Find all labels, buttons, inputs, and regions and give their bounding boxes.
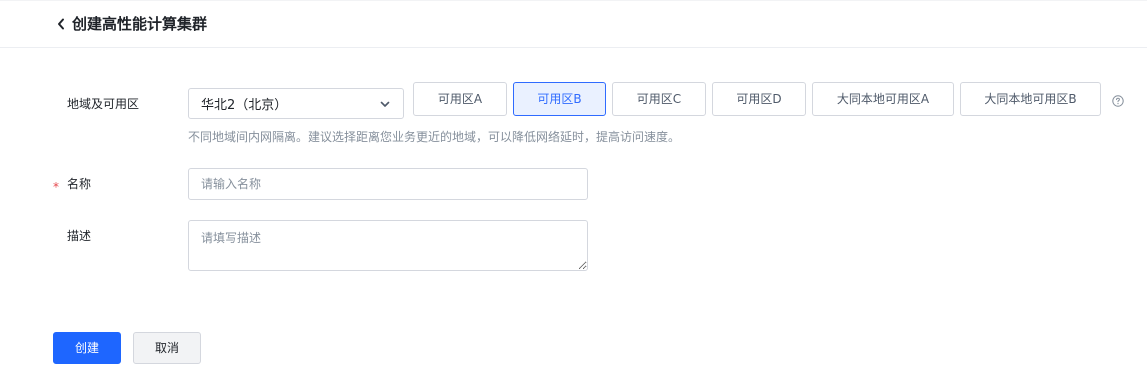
region-hint: 不同地域间内网隔离。建议选择距离您业务更近的地域，可以降低网络延时，提高访问速度… xyxy=(188,130,681,144)
question-circle-icon[interactable] xyxy=(1112,92,1124,107)
chevron-down-icon xyxy=(379,98,391,110)
zone-button-b[interactable]: 可用区B xyxy=(513,82,606,116)
description-textarea[interactable] xyxy=(188,220,588,271)
name-label: 名称 xyxy=(67,177,92,191)
required-mark: * xyxy=(53,180,59,194)
chevron-left-icon[interactable] xyxy=(54,15,68,33)
region-label: 地域及可用区 xyxy=(67,97,140,111)
zone-button-datong-b[interactable]: 大同本地可用区B xyxy=(960,82,1101,116)
name-input[interactable] xyxy=(188,168,588,200)
page-title: 创建高性能计算集群 xyxy=(72,15,208,33)
zone-button-a[interactable]: 可用区A xyxy=(413,82,507,116)
region-select[interactable]: 华北2（北京） xyxy=(188,88,404,119)
cancel-button[interactable]: 取消 xyxy=(133,332,201,364)
page-header: 创建高性能计算集群 xyxy=(0,0,1147,48)
zone-button-datong-a[interactable]: 大同本地可用区A xyxy=(812,82,954,116)
zone-button-d[interactable]: 可用区D xyxy=(712,82,806,116)
zone-button-c[interactable]: 可用区C xyxy=(612,82,706,116)
region-select-value: 华北2（北京） xyxy=(201,98,288,113)
create-button[interactable]: 创建 xyxy=(53,332,121,364)
description-label: 描述 xyxy=(67,229,92,243)
